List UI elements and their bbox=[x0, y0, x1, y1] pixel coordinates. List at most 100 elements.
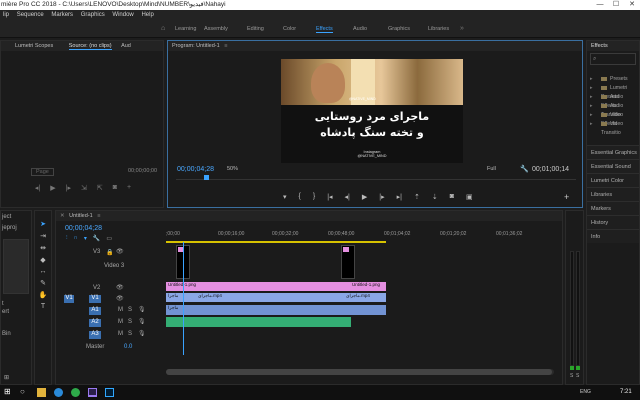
effects-lumetri-presets[interactable]: Lumetri Presets bbox=[587, 84, 639, 100]
mute-button[interactable]: M bbox=[118, 307, 123, 313]
lock-icon[interactable]: 🔒 bbox=[106, 249, 113, 256]
step-back-icon[interactable]: ◂| bbox=[345, 193, 350, 201]
source-patch-v1[interactable]: V1 bbox=[64, 295, 74, 303]
clip-a2[interactable] bbox=[166, 317, 351, 327]
source-play-icon[interactable]: ▶ bbox=[50, 184, 55, 202]
panel-libraries[interactable]: Libraries bbox=[587, 187, 639, 201]
search-icon[interactable]: ○ bbox=[20, 387, 29, 396]
master-volume[interactable]: 0.0 bbox=[124, 344, 132, 350]
source-add-icon[interactable]: + bbox=[127, 184, 131, 202]
program-add-button[interactable]: + bbox=[564, 192, 569, 202]
effects-audio-effects[interactable]: Audio Effects bbox=[587, 93, 639, 109]
source-export-frame-icon[interactable]: ◙ bbox=[113, 184, 117, 202]
solo-button[interactable]: S bbox=[128, 319, 132, 325]
workspace-effects[interactable]: Effects bbox=[316, 26, 333, 33]
effects-audio-transitions[interactable]: Audio Transitio bbox=[587, 102, 639, 118]
mic-icon[interactable]: 🎙 bbox=[138, 330, 146, 337]
workspace-graphics[interactable]: Graphics bbox=[388, 26, 410, 32]
timeline-title[interactable]: Untitled-1 bbox=[69, 213, 93, 219]
program-playhead[interactable] bbox=[204, 175, 209, 180]
type-tool-icon[interactable]: T bbox=[41, 303, 45, 310]
timeline-ruler[interactable]: ;00;00 00;00;16;00 00;00;32;00 00;00;48;… bbox=[166, 229, 564, 243]
zoom-dropdown[interactable]: 50% bbox=[227, 166, 238, 172]
tab-audio[interactable]: Aud bbox=[121, 43, 131, 49]
minimize-button[interactable]: — bbox=[592, 0, 608, 10]
eye-icon[interactable]: 👁 bbox=[116, 248, 124, 255]
add-marker-icon[interactable]: ▾ bbox=[283, 193, 287, 201]
tab-source[interactable]: Source: (no clips) bbox=[68, 43, 112, 50]
mark-out-icon[interactable]: } bbox=[313, 193, 315, 201]
timeline-settings-icon[interactable]: 🔧 bbox=[93, 235, 100, 242]
close-icon[interactable]: ✕ bbox=[60, 213, 65, 219]
panel-menu-icon[interactable]: ≡ bbox=[97, 213, 100, 219]
menu-graphics[interactable]: Graphics bbox=[81, 12, 105, 18]
clip-v2[interactable]: Untitled-1.png Untitled-1.png bbox=[166, 282, 386, 291]
timeline-playhead[interactable] bbox=[183, 242, 184, 355]
solo-left-button[interactable]: S bbox=[570, 373, 573, 379]
solo-button[interactable]: S bbox=[128, 331, 132, 337]
track-label[interactable]: V1 bbox=[89, 295, 101, 303]
solo-right-button[interactable]: S bbox=[576, 373, 579, 379]
photoshop-icon[interactable] bbox=[105, 388, 114, 397]
premiere-icon[interactable] bbox=[88, 388, 97, 397]
source-page-dropdown[interactable]: Page bbox=[31, 168, 54, 176]
mic-icon[interactable]: 🎙 bbox=[138, 318, 146, 325]
mute-button[interactable]: M bbox=[118, 331, 123, 337]
track-label[interactable]: A1 bbox=[89, 307, 101, 315]
go-to-in-icon[interactable]: |◂ bbox=[327, 193, 332, 201]
menu-help[interactable]: Help bbox=[141, 12, 153, 18]
effects-presets[interactable]: Presets bbox=[587, 75, 639, 84]
selection-tool-icon[interactable]: ➤ bbox=[40, 220, 46, 228]
panel-markers[interactable]: Markers bbox=[587, 201, 639, 215]
track-select-icon[interactable]: ⇥ bbox=[40, 232, 46, 240]
start-icon[interactable]: ⊞ bbox=[4, 387, 13, 396]
panel-info[interactable]: Info bbox=[587, 229, 639, 243]
workspace-assembly[interactable]: Assembly bbox=[204, 26, 228, 32]
project-tab[interactable]: ject bbox=[2, 214, 11, 220]
tab-lumetri-scopes[interactable]: Lumetri Scopes bbox=[15, 43, 53, 49]
home-icon[interactable]: ⌂ bbox=[161, 25, 165, 32]
panel-history[interactable]: History bbox=[587, 215, 639, 229]
snap-icon[interactable]: ⫶ bbox=[66, 235, 68, 242]
timeline-scroll-thumb[interactable] bbox=[166, 369, 552, 375]
file-explorer-icon[interactable] bbox=[37, 388, 46, 397]
effects-video-effects[interactable]: Video Effects bbox=[587, 111, 639, 127]
chrome-icon[interactable] bbox=[71, 388, 80, 397]
close-button[interactable]: ✕ bbox=[624, 0, 640, 10]
edge-icon[interactable] bbox=[54, 388, 63, 397]
mic-icon[interactable]: 🎙 bbox=[138, 306, 146, 313]
track-label[interactable]: A3 bbox=[89, 331, 101, 339]
effects-search-input[interactable]: ⌕ bbox=[590, 53, 636, 65]
razor-tool-icon[interactable]: ◆ bbox=[40, 256, 45, 264]
quality-dropdown[interactable]: Full bbox=[487, 166, 496, 172]
timeline-timecode[interactable]: 00;00;04;28 bbox=[65, 225, 102, 232]
workspace-more-icon[interactable]: » bbox=[460, 25, 464, 32]
project-thumbnail[interactable] bbox=[3, 239, 29, 294]
panel-essential-graphics[interactable]: Essential Graphics bbox=[587, 145, 639, 159]
panel-menu-icon[interactable]: ≡ bbox=[224, 43, 227, 49]
clock[interactable]: 7:21 bbox=[620, 389, 632, 395]
ripple-edit-icon[interactable]: ⇹ bbox=[40, 244, 46, 252]
source-insert-icon[interactable]: ⇲ bbox=[81, 184, 87, 202]
workspace-color[interactable]: Color bbox=[283, 26, 296, 32]
timeline-scrollbar[interactable] bbox=[166, 369, 554, 375]
pen-tool-icon[interactable]: ✎ bbox=[40, 279, 46, 287]
clip-v1[interactable]: ماجرا ماجرای.mp4 ماجرای.mp4 bbox=[166, 293, 386, 302]
work-area-bar[interactable] bbox=[166, 241, 386, 243]
workspace-learning[interactable]: Learning bbox=[175, 26, 196, 32]
extract-icon[interactable]: ⇣ bbox=[432, 193, 438, 201]
eye-icon[interactable]: 👁 bbox=[116, 284, 124, 291]
new-item-icon[interactable]: ⊞ bbox=[4, 374, 9, 381]
track-label[interactable]: A2 bbox=[89, 319, 101, 327]
hand-tool-icon[interactable]: ✋ bbox=[39, 291, 48, 299]
program-scrub-bar[interactable] bbox=[176, 175, 576, 180]
maximize-button[interactable]: ☐ bbox=[608, 0, 624, 10]
menu-clip[interactable]: lip bbox=[3, 12, 9, 18]
language-indicator[interactable]: ENG bbox=[580, 389, 591, 395]
effects-video-transitions[interactable]: Video Transitio bbox=[587, 120, 639, 136]
menu-sequence[interactable]: Sequence bbox=[17, 12, 44, 18]
panel-lumetri-color[interactable]: Lumetri Color bbox=[587, 173, 639, 187]
panel-essential-sound[interactable]: Essential Sound bbox=[587, 159, 639, 173]
source-step-back-icon[interactable]: ◂| bbox=[35, 184, 40, 202]
go-to-out-icon[interactable]: ▸| bbox=[397, 193, 402, 201]
